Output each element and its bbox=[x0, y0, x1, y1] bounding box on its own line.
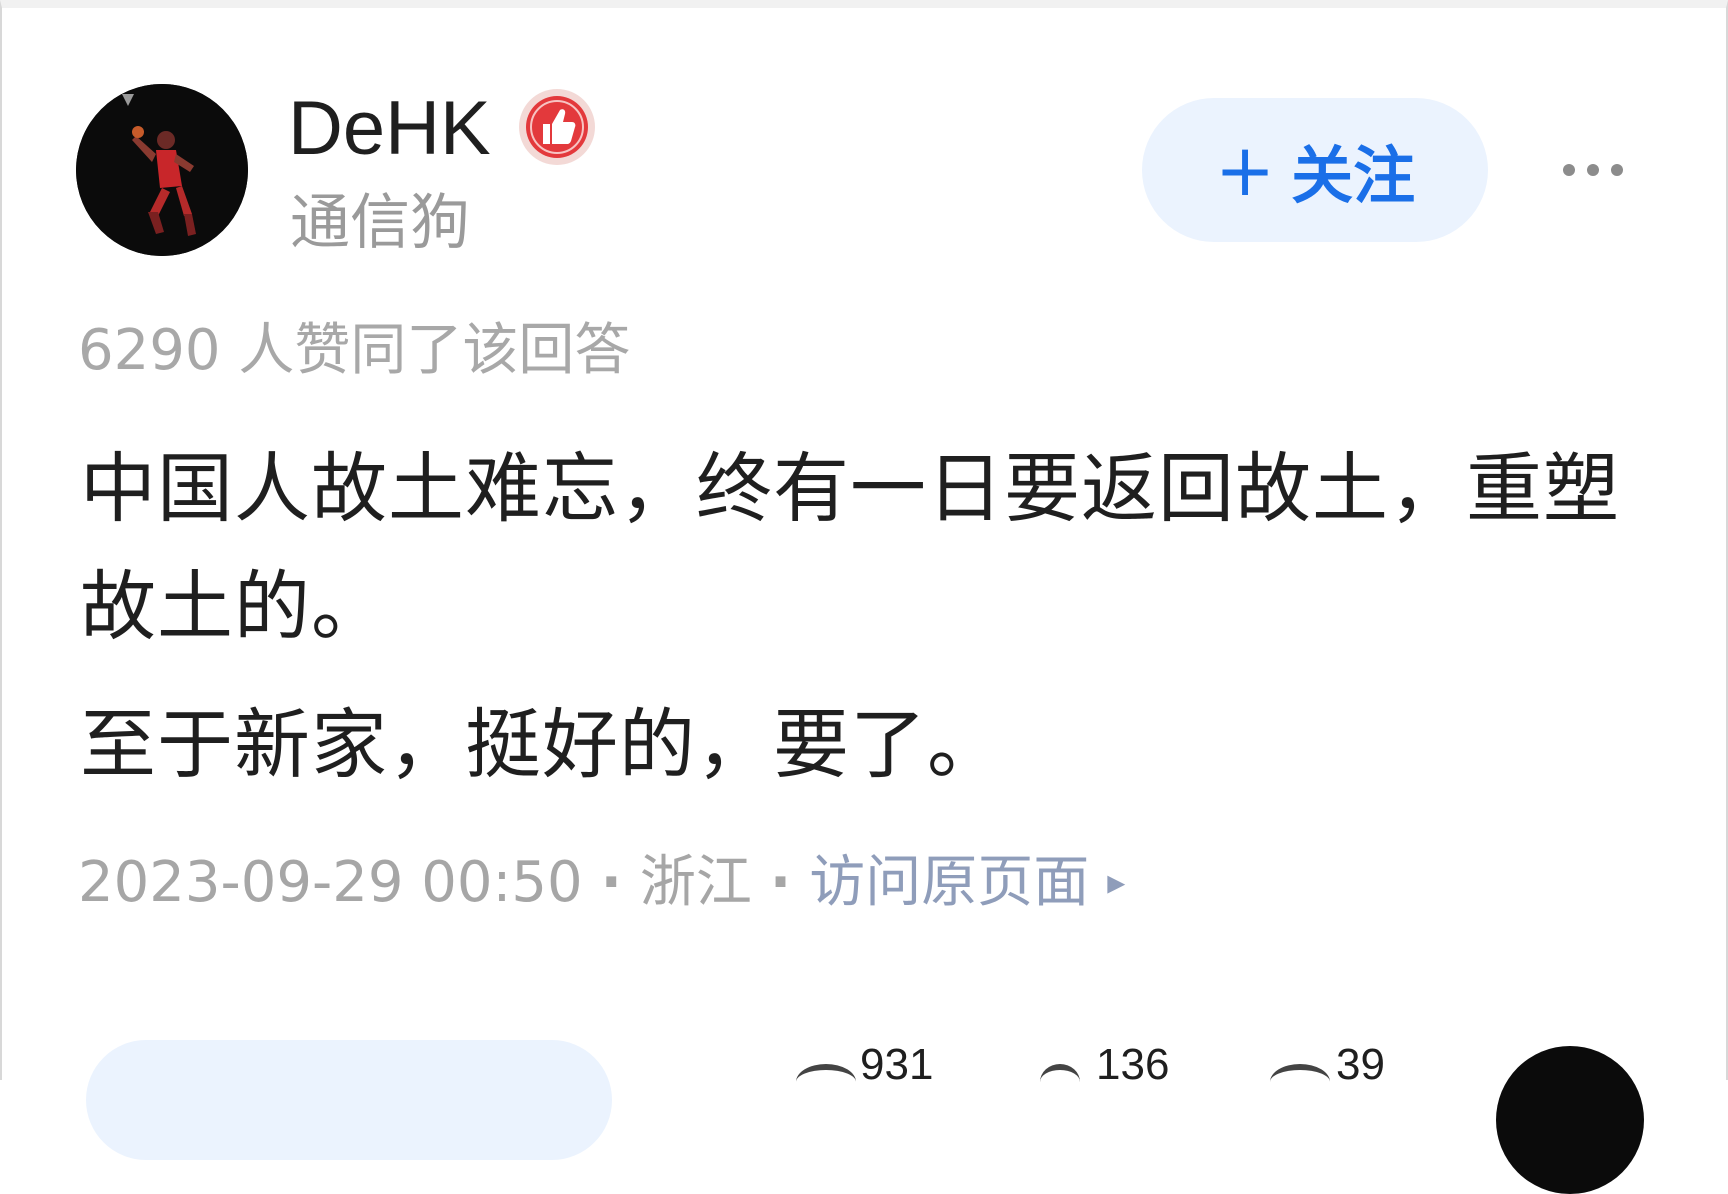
author-avatar[interactable] bbox=[76, 84, 248, 256]
author-name[interactable]: DeHK bbox=[288, 84, 491, 174]
post-location: 浙江 bbox=[639, 850, 752, 915]
comment-icon[interactable] bbox=[796, 1064, 856, 1100]
visit-original-link[interactable]: 访问原页面 ▸ bbox=[809, 848, 1125, 918]
more-options-button[interactable] bbox=[1548, 140, 1638, 200]
star-icon[interactable] bbox=[1040, 1064, 1080, 1100]
author-description: 通信狗 bbox=[290, 188, 470, 258]
heart-icon[interactable] bbox=[1270, 1064, 1330, 1100]
favorite-count: 136 bbox=[1096, 1040, 1170, 1089]
vote-action-pill[interactable] bbox=[86, 1040, 612, 1160]
vote-count: 6290 人赞同了该回答 bbox=[78, 318, 631, 383]
meta-separator: · bbox=[600, 850, 622, 915]
answer-paragraph: 中国人故土难忘，终有一日要返回故土，重塑故土的。 bbox=[80, 444, 1620, 651]
basketball-player-avatar-image bbox=[76, 84, 248, 256]
visit-original-label: 访问原页面 bbox=[809, 850, 1090, 915]
meta-separator: · bbox=[769, 850, 792, 915]
like-count: 39 bbox=[1336, 1040, 1385, 1089]
more-horizontal-icon bbox=[1563, 164, 1575, 176]
answer-content: 中国人故土难忘，终有一日要返回故土，重塑故土的。 至于新家，挺好的，要了。 bbox=[80, 430, 1640, 804]
answer-meta: 2023-09-29 00:50 · 浙江 · 访问原页面 ▸ bbox=[78, 848, 1125, 918]
more-horizontal-icon-dot bbox=[1611, 164, 1623, 176]
more-horizontal-icon-dot bbox=[1587, 164, 1599, 176]
follow-label: 关注 bbox=[1291, 139, 1416, 212]
post-datetime: 2023-09-29 00:50 bbox=[78, 850, 583, 915]
answer-paragraph: 至于新家，挺好的，要了。 bbox=[80, 700, 1004, 789]
thumbs-up-badge-icon bbox=[516, 86, 598, 168]
plus-icon: + bbox=[1214, 128, 1276, 212]
follow-button[interactable]: + 关注 bbox=[1142, 98, 1488, 242]
current-user-avatar[interactable] bbox=[1496, 1046, 1644, 1194]
play-arrow-icon: ▸ bbox=[1107, 862, 1126, 903]
comment-count: 931 bbox=[860, 1040, 934, 1089]
